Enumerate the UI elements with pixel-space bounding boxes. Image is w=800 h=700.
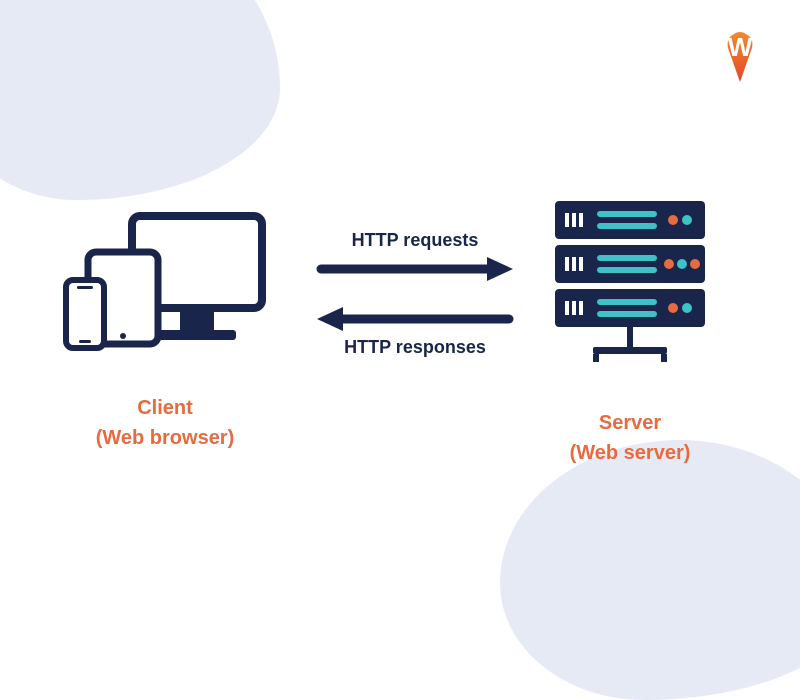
server-label: Server (Web server) <box>530 408 730 468</box>
server-rack-icon <box>545 195 715 375</box>
client-subtitle: (Web browser) <box>60 423 270 453</box>
response-arrow-block: HTTP responses <box>300 305 530 358</box>
svg-text:W: W <box>728 32 753 62</box>
request-label: HTTP requests <box>300 230 530 251</box>
client-group: Client (Web browser) <box>60 210 270 453</box>
http-diagram: Client (Web browser) HTTP requests HTTP … <box>0 0 800 600</box>
server-group: Server (Web server) <box>530 195 730 468</box>
client-devices-icon <box>60 210 270 360</box>
arrow-left-icon <box>315 305 515 333</box>
brand-logo: W <box>720 30 760 87</box>
client-title: Client <box>60 393 270 423</box>
server-subtitle: (Web server) <box>530 438 730 468</box>
arrows-group: HTTP requests HTTP responses <box>300 230 530 380</box>
arrow-right-icon <box>315 255 515 283</box>
request-arrow-block: HTTP requests <box>300 230 530 283</box>
server-title: Server <box>530 408 730 438</box>
response-label: HTTP responses <box>300 337 530 358</box>
client-label: Client (Web browser) <box>60 393 270 453</box>
